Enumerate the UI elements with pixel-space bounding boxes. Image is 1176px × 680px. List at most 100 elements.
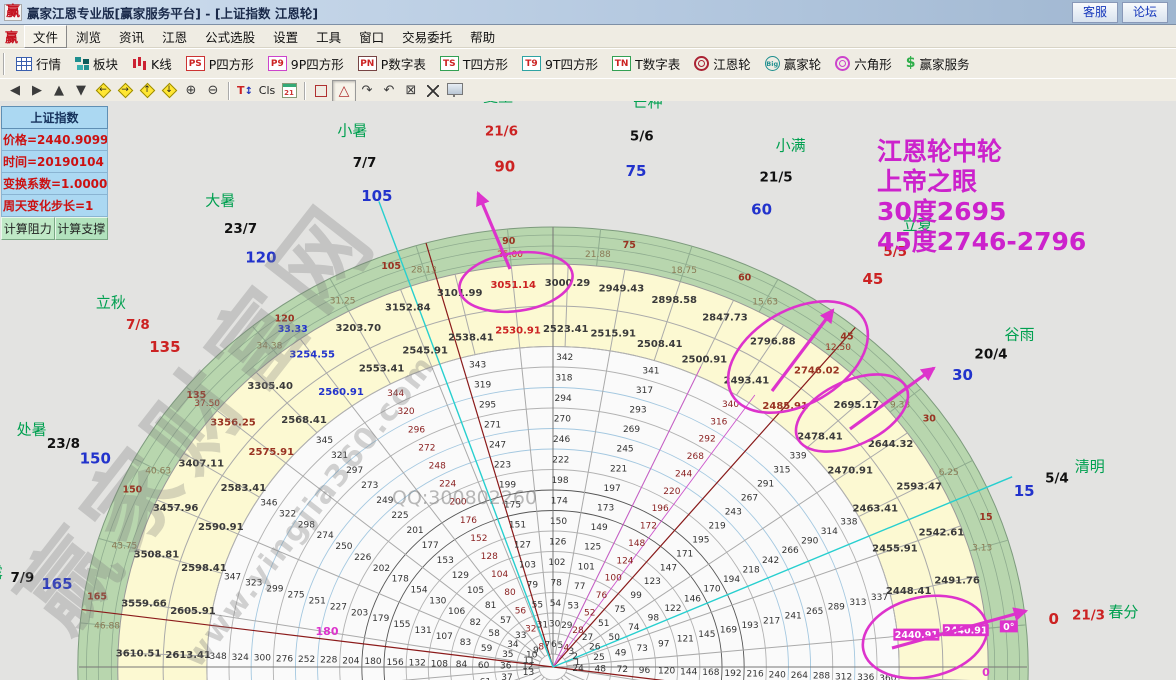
toolbar-quotes-button[interactable]: 行情 bbox=[9, 52, 68, 75]
menu-item-9[interactable]: 帮助 bbox=[461, 25, 504, 48]
spiral-number: 30 bbox=[549, 619, 561, 629]
outer-price-label: 2746.02 bbox=[794, 366, 840, 377]
presentation-button[interactable] bbox=[444, 81, 466, 101]
spiral-number: 50 bbox=[609, 633, 621, 643]
toolbar-p-square-button[interactable]: PS P四方形 bbox=[179, 52, 261, 75]
menu-item-2[interactable]: 资讯 bbox=[110, 25, 153, 48]
toolbar-winner-wheel-button[interactable]: Big 赢家轮 bbox=[758, 52, 829, 75]
spiral-number: 56 bbox=[515, 606, 527, 616]
square-tool-icon bbox=[315, 84, 327, 97]
outer-price-label: 2542.61 bbox=[919, 528, 965, 539]
cls-button[interactable]: Cls bbox=[256, 81, 278, 101]
pan-down-icon: ↓ bbox=[161, 83, 177, 98]
spiral-number: 338 bbox=[840, 517, 857, 527]
spiral-number: 275 bbox=[287, 590, 304, 600]
down-button[interactable]: ▼ bbox=[70, 81, 92, 101]
toolbar-9t-square-button[interactable]: T9 9T四方形 bbox=[515, 52, 605, 75]
zoom-in-button[interactable]: ⊕ bbox=[180, 81, 202, 101]
triangle-tool-button[interactable]: △ bbox=[332, 79, 356, 102]
rotate-ccw-button[interactable]: ↶ bbox=[378, 81, 400, 101]
spiral-number: 84 bbox=[456, 660, 468, 670]
pan-left-button[interactable]: ← bbox=[92, 81, 114, 101]
outer-price-label: 2949.43 bbox=[599, 283, 645, 294]
calc-support-button[interactable]: 计算支撑 bbox=[54, 217, 108, 240]
toolbar-separator bbox=[3, 52, 5, 75]
quotes-icon bbox=[16, 56, 32, 71]
calendar-icon: 21 bbox=[281, 83, 297, 98]
rotate-cw-button[interactable]: ↷ bbox=[356, 81, 378, 101]
spiral-number: 218 bbox=[743, 565, 760, 575]
forum-button[interactable]: 论坛 bbox=[1122, 2, 1168, 23]
instrument-name: 上证指数 bbox=[1, 106, 108, 129]
forward-button[interactable]: ▶ bbox=[26, 81, 48, 101]
menu-item-4[interactable]: 公式选股 bbox=[196, 25, 264, 48]
date-label: 21/6 bbox=[485, 123, 518, 139]
wheel-annotation-text: 江恩轮中轮 上帝之眼 30度2695 45度2746-2796 bbox=[877, 137, 1086, 257]
spiral-number: 104 bbox=[491, 570, 508, 580]
spiral-number: 7 bbox=[544, 640, 550, 650]
degree-label: 15 bbox=[1014, 482, 1035, 500]
toolbar-t-square-button[interactable]: TS T四方形 bbox=[433, 52, 515, 75]
toolbar-t-table-button[interactable]: TN T数字表 bbox=[605, 52, 687, 75]
pan-right-button[interactable]: → bbox=[114, 81, 136, 101]
spiral-number: 269 bbox=[623, 425, 640, 435]
spiral-number: 51 bbox=[598, 619, 609, 629]
spiral-number: 176 bbox=[460, 516, 477, 526]
date-label: 7/9 bbox=[11, 570, 35, 586]
toolbar-kline-button[interactable]: K线 bbox=[125, 52, 179, 75]
rim-degree-label: 75 bbox=[623, 240, 636, 251]
9t-square-icon: T9 bbox=[521, 56, 541, 71]
expand-button[interactable]: ⊠ bbox=[400, 81, 422, 101]
t-square-label: T四方形 bbox=[462, 57, 508, 72]
pan-down-button[interactable]: ↓ bbox=[158, 81, 180, 101]
service-button[interactable]: 客服 bbox=[1072, 2, 1118, 23]
spiral-number: 247 bbox=[489, 441, 506, 451]
shrink-button[interactable] bbox=[422, 81, 444, 101]
date-label: 21/3 bbox=[1072, 607, 1105, 623]
menu-item-6[interactable]: 工具 bbox=[307, 25, 350, 48]
toolbar-p-table-button[interactable]: PN P数字表 bbox=[351, 52, 433, 75]
toolbar-gann-wheel-button[interactable]: 江恩轮 bbox=[687, 52, 758, 75]
outer-price-label: 3051.14 bbox=[490, 280, 536, 291]
square-tool-button[interactable] bbox=[310, 81, 332, 101]
back-button[interactable]: ◀ bbox=[4, 81, 26, 101]
up-button[interactable]: ▲ bbox=[48, 81, 70, 101]
spiral-number: 132 bbox=[409, 659, 426, 669]
menu-item-3[interactable]: 江恩 bbox=[153, 25, 196, 48]
outer-price-label: 3356.25 bbox=[210, 418, 256, 429]
menu-item-5[interactable]: 设置 bbox=[264, 25, 307, 48]
menu-item-8[interactable]: 交易委托 bbox=[393, 25, 461, 48]
degree-label: 60 bbox=[751, 200, 772, 218]
toolbar-sectors-button[interactable]: 板块 bbox=[68, 52, 125, 75]
spiral-number: 216 bbox=[747, 670, 764, 680]
inner-price-label: 2590.91 bbox=[198, 522, 244, 533]
toolbar-9p-square-button[interactable]: P9 9P四方形 bbox=[261, 52, 351, 75]
zoom-out-button[interactable]: ⊖ bbox=[202, 81, 224, 101]
spiral-number: 130 bbox=[429, 596, 446, 606]
gann-wheel-chart: 1 2 3 4 5 6 7 8 9 10 11 12 13 24 25 26 27 28 29 30 31 32 33 34 3… bbox=[0, 101, 1176, 680]
menu-item-0[interactable]: 文件 bbox=[24, 24, 68, 48]
quote-row-0: 价格=2440.9099 bbox=[1, 129, 108, 151]
menu-item-1[interactable]: 浏览 bbox=[67, 25, 110, 48]
spiral-number: 100 bbox=[605, 574, 622, 584]
spiral-number: 288 bbox=[813, 672, 830, 680]
calendar-button[interactable]: 21 bbox=[278, 81, 300, 101]
spiral-number: 295 bbox=[479, 401, 496, 411]
quote-panel: 上证指数 价格=2440.9099时间=20190104变换系数=1.00000… bbox=[1, 106, 108, 240]
pan-up-button[interactable]: ↑ bbox=[136, 81, 158, 101]
calc-resistance-button[interactable]: 计算阻力 bbox=[1, 217, 55, 240]
spiral-number: 317 bbox=[636, 386, 653, 396]
outer-price-label: 3254.55 bbox=[289, 349, 335, 360]
spiral-number: 149 bbox=[591, 523, 608, 533]
winner-wheel-label: 赢家轮 bbox=[783, 57, 822, 72]
outer-price-label: 3508.81 bbox=[134, 550, 180, 561]
spiral-number: 315 bbox=[773, 465, 790, 475]
gann-wheel-icon bbox=[694, 56, 710, 71]
toolbar-hexagon-button[interactable]: 六角形 bbox=[828, 52, 899, 75]
shift-scale-button[interactable]: T↕ bbox=[234, 81, 256, 101]
degree-label: 30 bbox=[952, 366, 973, 384]
toolbar-winner-service-button[interactable]: $ 赢家服务 bbox=[899, 52, 977, 75]
spiral-number: 225 bbox=[391, 511, 408, 521]
menu-item-7[interactable]: 窗口 bbox=[350, 25, 393, 48]
outer-price-label: 2644.32 bbox=[868, 439, 914, 450]
